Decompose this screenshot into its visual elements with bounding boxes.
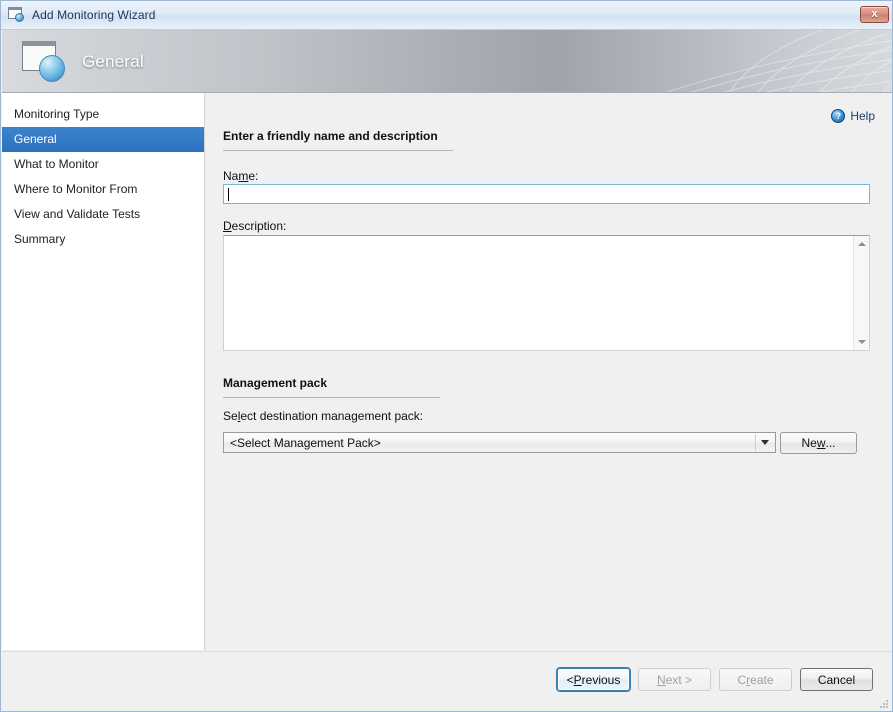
- cancel-button[interactable]: Cancel: [800, 668, 873, 691]
- wizard-footer: < Previous Next > Cr eate Cancel: [2, 651, 892, 711]
- banner-mesh-graphic: [665, 30, 892, 92]
- previous-button[interactable]: < Previous: [557, 668, 630, 691]
- sidebar-item-general[interactable]: General: [2, 127, 204, 152]
- select-management-pack-label: Select destination management pack:: [223, 409, 424, 423]
- wizard-step-sidebar: Monitoring Type General What to Monitor …: [2, 93, 205, 650]
- sidebar-item-monitoring-type[interactable]: Monitoring Type: [2, 102, 204, 127]
- sidebar-item-view-and-validate-tests[interactable]: View and Validate Tests: [2, 202, 204, 227]
- description-scrollbar[interactable]: [853, 236, 869, 350]
- sidebar-item-summary[interactable]: Summary: [2, 227, 204, 252]
- management-pack-combobox[interactable]: <Select Management Pack>: [223, 432, 776, 453]
- chevron-down-icon[interactable]: [755, 434, 774, 451]
- help-label: Help: [850, 109, 875, 123]
- wizard-window-sphere-icon: [8, 7, 26, 23]
- close-button[interactable]: x: [860, 6, 889, 23]
- name-input[interactable]: [223, 184, 870, 204]
- close-icon: x: [871, 8, 878, 20]
- window-title: Add Monitoring Wizard: [32, 8, 156, 22]
- sidebar-item-where-to-monitor-from[interactable]: Where to Monitor From: [2, 177, 204, 202]
- create-button[interactable]: Cr eate: [719, 668, 792, 691]
- wizard-content-panel: ? Help Enter a friendly name and descrip…: [205, 93, 892, 650]
- help-question-icon: ?: [831, 109, 846, 123]
- management-pack-section-rule: [223, 397, 440, 398]
- new-management-pack-button[interactable]: Ne w...: [780, 432, 857, 454]
- general-section-heading: Enter a friendly name and description: [223, 129, 438, 143]
- help-link[interactable]: ? Help: [831, 109, 875, 123]
- add-monitoring-wizard-window: Add Monitoring Wizard x General Monitori…: [0, 0, 893, 712]
- management-pack-section-heading: Management pack: [223, 376, 328, 390]
- resize-grip-icon[interactable]: [879, 699, 889, 709]
- next-button[interactable]: Next >: [638, 668, 711, 691]
- name-label: Name:: [223, 169, 259, 183]
- description-textarea[interactable]: [223, 235, 870, 351]
- banner-title: General: [82, 52, 144, 71]
- description-label: Description:: [223, 219, 287, 233]
- wizard-header-banner: General: [2, 30, 892, 93]
- scroll-down-icon[interactable]: [854, 334, 870, 350]
- management-pack-selected-value: <Select Management Pack>: [230, 435, 381, 450]
- scroll-up-icon[interactable]: [854, 236, 870, 252]
- title-bar: Add Monitoring Wizard x: [1, 1, 892, 30]
- sidebar-item-what-to-monitor[interactable]: What to Monitor: [2, 152, 204, 177]
- wizard-header-icon: [22, 41, 66, 83]
- text-caret: [228, 188, 229, 201]
- general-section-rule: [223, 150, 453, 151]
